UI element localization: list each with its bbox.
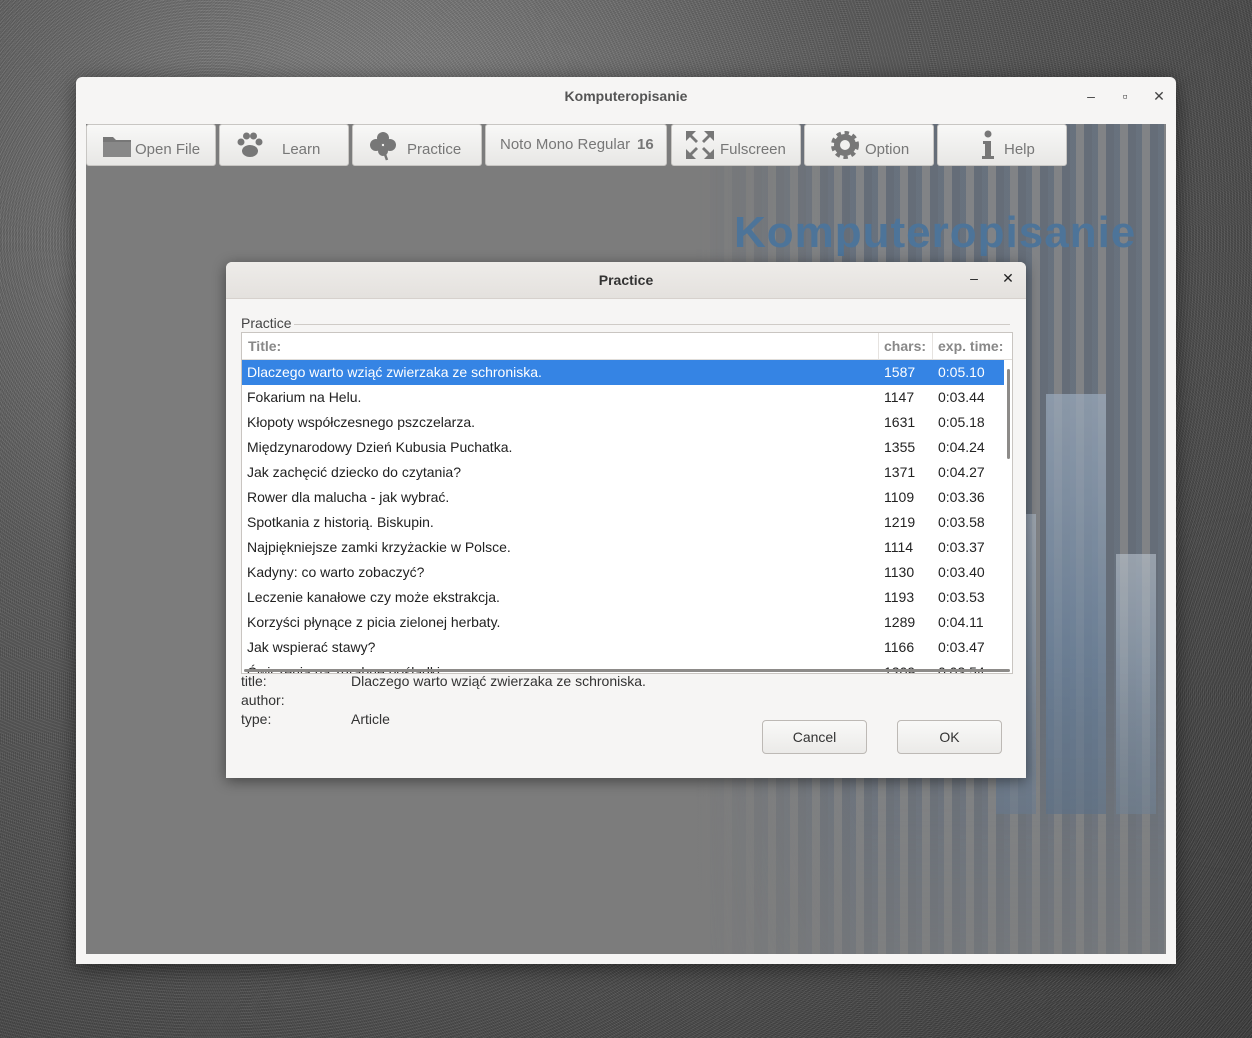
font-name: Noto Mono Regular [500, 136, 631, 153]
cell-exp-time: 0:04.24 [938, 439, 985, 455]
practice-table[interactable]: Title: chars: exp. time: Dlaczego warto … [241, 332, 1013, 674]
cell-chars: 1166 [884, 639, 915, 655]
cell-title: Jak wspierać stawy? [247, 639, 376, 655]
horizontal-scrollbar[interactable] [244, 669, 1010, 672]
cell-chars: 1109 [884, 489, 915, 505]
cell-exp-time: 0:03.53 [938, 589, 985, 605]
window-title: Komputeropisanie [564, 88, 688, 104]
table-header: Title: chars: exp. time: [242, 333, 1012, 360]
cell-title: Kadyny: co warto zobaczyć? [247, 564, 425, 580]
table-row[interactable]: Dlaczego warto wziąć zwierzaka ze schron… [242, 360, 1004, 385]
learn-label: Learn [282, 141, 321, 158]
table-row[interactable]: Spotkania z historią. Biskupin. 1219 0:03.… [242, 510, 1004, 535]
table-row[interactable]: Rower dla malucha - jak wybrać. 1109 0:03.… [242, 485, 1004, 510]
table-row[interactable]: Kadyny: co warto zobaczyć? 1130 0:03.40 [242, 560, 1004, 585]
cancel-button[interactable]: Cancel [762, 720, 867, 754]
option-label: Option [865, 141, 910, 158]
font-size: 16 [637, 136, 654, 153]
table-row[interactable]: Jak zachęcić dziecko do czytania? 1371 0:0… [242, 460, 1004, 485]
maximize-icon[interactable]: ▫ [1114, 85, 1136, 107]
clover-icon [370, 132, 396, 161]
cell-title: Fokarium na Helu. [247, 389, 362, 405]
cell-title: Dlaczego warto wziąć zwierzaka ze schron… [247, 364, 542, 380]
cell-chars: 1114 [884, 539, 914, 555]
column-exp-time[interactable]: exp. time: [933, 333, 1012, 359]
cell-title: Spotkania z historią. Biskupin. [247, 514, 434, 530]
table-row[interactable]: Międzynarodowy Dzień Kubusia Puchatka. 13… [242, 435, 1004, 460]
paw-icon [237, 132, 263, 157]
dialog-minimize-icon[interactable]: – [964, 270, 984, 286]
table-row[interactable]: Najpiękniejsze zamki krzyżackie w Polsce… [242, 535, 1004, 560]
info-title-value: Dlaczego warto wziąć zwierzaka ze schron… [351, 673, 646, 689]
table-row[interactable]: Jak wspierać stawy? 1166 0:03.47 [242, 635, 1004, 660]
group-divider [294, 324, 1010, 325]
cell-exp-time: 0:04.11 [938, 614, 984, 630]
cell-exp-time: 0:03.47 [938, 639, 985, 655]
option-button[interactable]: Option [804, 124, 934, 166]
cell-title: Leczenie kanałowe czy może ekstrakcja. [247, 589, 500, 605]
learn-button[interactable]: Learn [219, 124, 349, 166]
cell-chars: 1587 [884, 364, 916, 380]
cell-title: Najpiękniejsze zamki krzyżackie w Polsce… [247, 539, 511, 555]
cell-title: Międzynarodowy Dzień Kubusia Puchatka. [247, 439, 513, 455]
cell-chars: 1193 [884, 589, 915, 605]
cell-exp-time: 0:04.27 [938, 464, 985, 480]
cell-exp-time: 0:05.10 [938, 364, 985, 380]
close-icon[interactable]: ✕ [1148, 85, 1170, 107]
cell-chars: 1130 [884, 564, 915, 580]
table-row[interactable]: Korzyści płynące z picia zielonej herbat… [242, 610, 1004, 635]
cell-chars: 1289 [884, 614, 916, 630]
fullscreen-button[interactable]: Fulscreen [671, 124, 801, 166]
cell-exp-time: 0:03.40 [938, 564, 985, 580]
fullscreen-label: Fulscreen [720, 141, 786, 158]
practice-dialog: Practice – ✕ Practice Title: chars: exp.… [226, 262, 1026, 778]
table-row[interactable]: Kłopoty współczesnego pszczelarza. 1631 0:… [242, 410, 1004, 435]
vertical-scrollbar[interactable] [1007, 369, 1010, 459]
cell-chars: 1147 [884, 389, 915, 405]
font-selector-button[interactable]: Noto Mono Regular 16 [485, 124, 667, 166]
cell-chars: 1631 [884, 414, 916, 430]
cell-exp-time: 0:05.18 [938, 414, 985, 430]
cell-title: Kłopoty współczesnego pszczelarza. [247, 414, 476, 430]
info-title-label: title: [241, 673, 267, 689]
cell-exp-time: 0:03.44 [938, 389, 985, 405]
ok-button[interactable]: OK [897, 720, 1002, 754]
column-chars[interactable]: chars: [879, 333, 933, 359]
folder-icon [103, 137, 131, 157]
cell-title: Korzyści płynące z picia zielonej herbat… [247, 614, 501, 630]
cell-exp-time: 0:03.58 [938, 514, 985, 530]
help-button[interactable]: Help [937, 124, 1067, 166]
cell-chars: 1355 [884, 439, 916, 455]
info-type-label: type: [241, 711, 272, 727]
column-title[interactable]: Title: [242, 333, 879, 359]
app-logo: Komputeropisanie [734, 208, 1137, 257]
open-file-button[interactable]: Open File [86, 124, 216, 166]
gear-icon [831, 131, 859, 159]
cell-title: Rower dla malucha - jak wybrać. [247, 489, 450, 505]
cell-chars: 1371 [884, 464, 916, 480]
group-label: Practice [241, 315, 292, 331]
info-icon [982, 130, 994, 159]
info-author-label: author: [241, 692, 285, 708]
table-row[interactable]: Fokarium na Helu. 1147 0:03.44 [242, 385, 1004, 410]
cell-exp-time: 0:03.37 [938, 539, 985, 555]
practice-button[interactable]: Practice [352, 124, 482, 166]
cell-chars: 1219 [884, 514, 916, 530]
cell-exp-time: 0:03.36 [938, 489, 985, 505]
fullscreen-icon [686, 131, 714, 159]
table-row[interactable]: Leczenie kanałowe czy może ekstrakcja. 11… [242, 585, 1004, 610]
help-label: Help [1004, 141, 1035, 158]
open-file-label: Open File [135, 141, 201, 158]
practice-label: Practice [407, 141, 462, 158]
minimize-icon[interactable]: – [1080, 85, 1102, 107]
dialog-title: Practice [226, 262, 1026, 299]
cell-title: Jak zachęcić dziecko do czytania? [247, 464, 461, 480]
dialog-close-icon[interactable]: ✕ [998, 270, 1018, 287]
info-type-value: Article [351, 711, 390, 727]
